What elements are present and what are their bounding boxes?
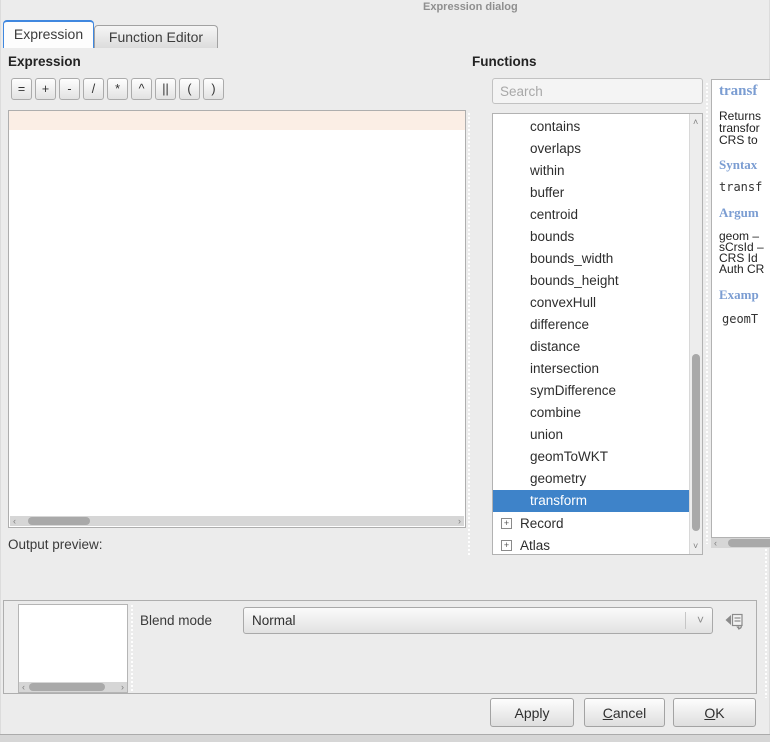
function-item[interactable]: convexHull [493,292,689,314]
function-item[interactable]: geometry [493,468,689,490]
help-arguments-heading: Argum [719,205,770,221]
function-group[interactable]: + Record [493,512,689,534]
expression-code-line: transform( $geometry , 'EPSG:4326', 'EPS… [9,111,465,130]
operator-button[interactable]: ^ [131,78,152,100]
preview-list-content [19,605,127,682]
function-item[interactable]: intersection [493,358,689,380]
expression-heading: Expression [8,54,81,69]
function-item[interactable]: symDifference [493,380,689,402]
scroll-left-icon[interactable]: ‹ [22,682,25,692]
help-argument-line: Auth CR [719,264,770,275]
expression-dialog: Expression dialog Expression Function Ed… [0,0,770,742]
help-syntax-heading: Syntax [719,157,770,173]
function-search-input[interactable] [492,78,703,104]
editor-hscrollbar-thumb[interactable] [28,517,90,525]
help-example-code: geomT [719,312,770,326]
splitter-functions-help[interactable] [705,82,709,544]
function-items: containsoverlapswithinbuffercentroidboun… [493,116,689,512]
output-preview-label: Output preview: [8,537,103,552]
function-item[interactable]: overlaps [493,138,689,160]
scroll-up-icon[interactable]: ˄ [693,117,698,127]
splitter-dialog-right[interactable] [764,548,768,698]
dialog-title: Expression dialog [423,1,518,13]
function-help-panel: transf ReturnstransforCRS to Syntax tran… [711,79,770,538]
function-item[interactable]: buffer [493,182,689,204]
function-group[interactable]: + Atlas [493,534,689,555]
scroll-left-icon[interactable]: ‹ [13,516,16,526]
function-list: containsoverlapswithinbuffercentroidboun… [492,113,703,555]
cancel-button[interactable]: Cancel [584,698,665,727]
help-description: ReturnstransforCRS to [719,110,770,146]
operator-button[interactable]: = [11,78,32,100]
tab-function-editor[interactable]: Function Editor [94,25,218,48]
data-defined-override-icon [723,610,747,635]
scroll-right-icon[interactable]: › [458,516,461,526]
expand-icon[interactable]: + [501,540,512,551]
help-description-line: CRS to [719,134,770,146]
operator-button[interactable]: ( [179,78,200,100]
operator-button[interactable]: - [59,78,80,100]
editor-hscrollbar[interactable]: ‹ › [10,516,464,526]
operator-button[interactable]: || [155,78,176,100]
function-group-label: Record [520,516,564,531]
functions-heading: Functions [472,54,537,69]
function-item[interactable]: geomToWKT [493,446,689,468]
list-vscrollbar-thumb[interactable] [692,354,700,531]
combo-separator [685,612,686,629]
preview-hscrollbar[interactable]: ‹ › [19,682,127,692]
help-syntax-code: transf [719,180,770,194]
preview-list-box[interactable]: ‹ › [18,604,128,693]
function-item[interactable]: transform [493,490,689,512]
ok-button[interactable]: OK [673,698,756,727]
scroll-left-icon[interactable]: ‹ [714,538,717,548]
help-function-title: transf [719,83,770,100]
expression-editor[interactable]: transform( $geometry , 'EPSG:4326', 'EPS… [8,110,466,528]
function-item[interactable]: bounds_height [493,270,689,292]
function-item[interactable]: contains [493,116,689,138]
expand-icon[interactable]: + [501,518,512,529]
function-item[interactable]: difference [493,314,689,336]
help-example-heading: Examp [719,287,770,303]
list-vscrollbar[interactable]: ˄ ˅ [689,114,702,554]
operator-toolbar: =+-/*^||() [11,78,227,100]
help-hscrollbar-thumb[interactable] [728,539,770,547]
apply-button[interactable]: Apply [490,698,574,727]
blend-mode-value: Normal [252,613,296,628]
operator-button[interactable]: * [107,78,128,100]
function-item[interactable]: union [493,424,689,446]
blend-mode-label: Blend mode [140,613,212,628]
function-item[interactable]: centroid [493,204,689,226]
function-item[interactable]: within [493,160,689,182]
operator-button[interactable]: / [83,78,104,100]
scroll-right-icon[interactable]: › [121,682,124,692]
chevron-down-icon: ˅ [697,608,704,633]
help-arguments: geom –sCrsId –CRS IdAuth CR [719,231,770,275]
scroll-down-icon[interactable]: ˅ [693,541,698,551]
window-bottom-edge [0,734,770,742]
function-group-label: Atlas [520,538,550,553]
data-defined-override-button[interactable] [721,609,749,635]
blend-mode-select[interactable]: Normal ˅ [243,607,713,634]
splitter-expression-functions[interactable] [467,112,471,555]
function-item[interactable]: distance [493,336,689,358]
function-item[interactable]: bounds [493,226,689,248]
function-item[interactable]: bounds_width [493,248,689,270]
function-item[interactable]: combine [493,402,689,424]
preview-hscrollbar-thumb[interactable] [29,683,105,691]
function-rows: containsoverlapswithinbuffercentroidboun… [493,116,689,555]
tab-expression[interactable]: Expression [3,20,94,48]
operator-button[interactable]: + [35,78,56,100]
operator-button[interactable]: ) [203,78,224,100]
function-groups: + Record + Atlas [493,512,689,555]
help-hscrollbar[interactable]: ‹ [711,538,770,548]
splitter-blend-section[interactable] [130,604,134,693]
